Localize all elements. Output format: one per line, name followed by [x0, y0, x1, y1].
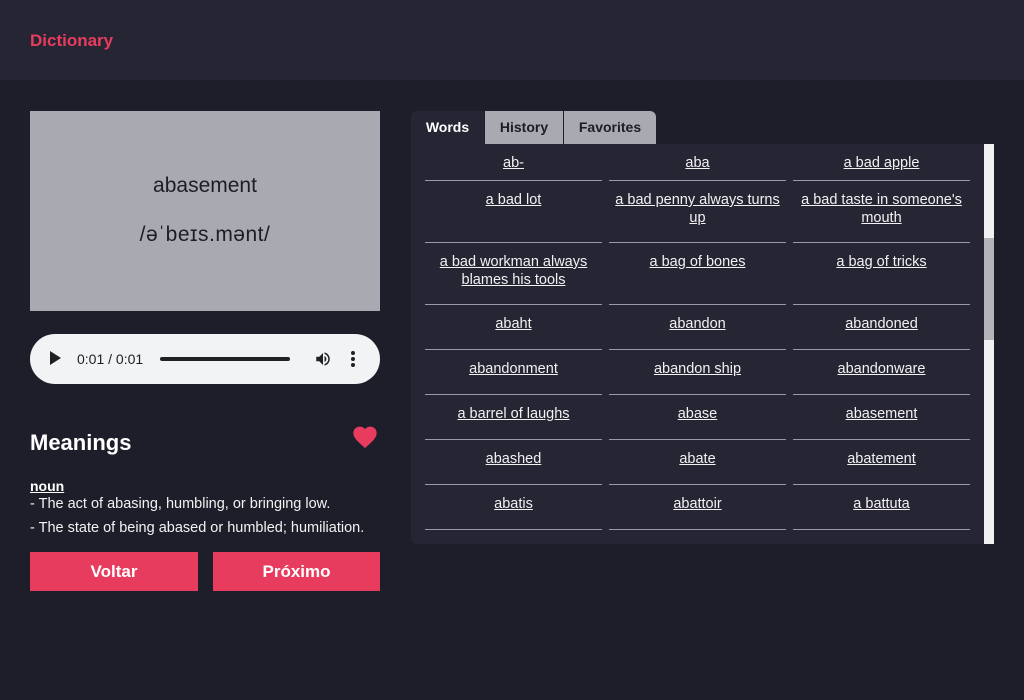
word-link[interactable]: abase — [609, 395, 786, 440]
word-link[interactable]: abatis — [425, 485, 602, 530]
audio-time: 0:01 / 0:01 — [77, 351, 144, 367]
word-link[interactable]: abatement — [793, 440, 970, 485]
next-button[interactable]: Próximo — [213, 552, 380, 591]
definition-item: - The state of being abased or humbled; … — [30, 520, 365, 536]
word-link[interactable]: a bad workman always blames his tools — [425, 243, 602, 305]
word-grid: ab- aba a bad apple a bad lot a bad penn… — [425, 144, 970, 530]
word-link[interactable]: abandon — [609, 305, 786, 350]
current-word: abasement — [153, 174, 257, 197]
word-link[interactable]: a bag of tricks — [793, 243, 970, 305]
word-link[interactable]: a bad penny always turns up — [609, 181, 786, 243]
word-link[interactable]: abate — [609, 440, 786, 485]
word-link[interactable]: a bad lot — [425, 181, 602, 243]
audio-progress-bar[interactable] — [160, 357, 290, 361]
definition-item: - The act of abasing, humbling, or bring… — [30, 496, 331, 512]
word-card: abasement /əˈbeɪs.mənt/ — [30, 111, 380, 311]
brand-title[interactable]: Dictionary — [30, 31, 113, 51]
word-link[interactable]: ab- — [425, 144, 602, 181]
word-list-panel: ab- aba a bad apple a bad lot a bad penn… — [411, 144, 994, 544]
more-options-icon[interactable] — [348, 349, 358, 369]
word-link[interactable]: a barrel of laughs — [425, 395, 602, 440]
audio-player: 0:01 / 0:01 — [30, 334, 380, 384]
word-link[interactable]: abasement — [793, 395, 970, 440]
word-link[interactable]: abandoned — [793, 305, 970, 350]
word-link[interactable]: abandonment — [425, 350, 602, 395]
word-link[interactable]: a battuta — [793, 485, 970, 530]
play-icon[interactable] — [50, 351, 61, 365]
app-header: Dictionary — [0, 0, 1024, 80]
word-list-scrollbar[interactable] — [984, 144, 994, 544]
tab-favorites[interactable]: Favorites — [564, 111, 656, 144]
tab-words[interactable]: Words — [411, 111, 484, 144]
word-link[interactable]: abandon ship — [609, 350, 786, 395]
favorite-heart-icon[interactable] — [351, 423, 379, 449]
word-link[interactable]: abaht — [425, 305, 602, 350]
word-link[interactable]: abandonware — [793, 350, 970, 395]
word-link[interactable]: a bad taste in someone's mouth — [793, 181, 970, 243]
back-button[interactable]: Voltar — [30, 552, 198, 591]
phonetic-text: /əˈbeɪs.mənt/ — [139, 223, 271, 246]
word-link[interactable]: abashed — [425, 440, 602, 485]
part-of-speech: noun — [30, 478, 65, 494]
word-link[interactable]: a bad apple — [793, 144, 970, 181]
word-link[interactable]: abattoir — [609, 485, 786, 530]
tab-history[interactable]: History — [485, 111, 563, 144]
word-link[interactable]: aba — [609, 144, 786, 181]
word-link[interactable]: a bag of bones — [609, 243, 786, 305]
scrollbar-thumb[interactable] — [984, 238, 994, 340]
meanings-heading: Meanings — [30, 430, 132, 455]
volume-icon[interactable] — [314, 350, 332, 368]
